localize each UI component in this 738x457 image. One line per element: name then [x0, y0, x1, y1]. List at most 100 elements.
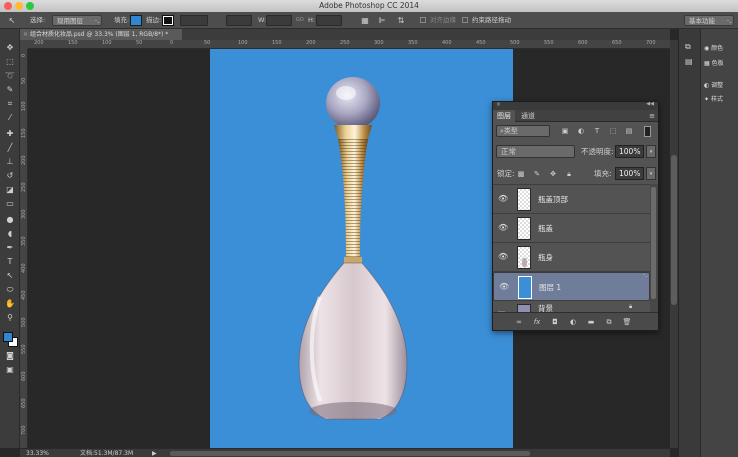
- new-adjustment-layer-icon[interactable]: ◐: [567, 317, 579, 327]
- visibility-eye-icon[interactable]: 👁︎: [498, 253, 508, 261]
- constrain-path-checkbox[interactable]: [462, 17, 468, 23]
- eyedropper-tool-icon[interactable]: ⁄: [3, 113, 17, 123]
- workspace-dropdown[interactable]: 基本功能: [684, 15, 734, 27]
- fill-color-swatch[interactable]: [130, 15, 142, 26]
- pen-tool-icon[interactable]: ✒: [3, 243, 17, 253]
- filter-shape-icon[interactable]: ⬚: [607, 126, 619, 136]
- add-layer-mask-icon[interactable]: ◘: [549, 317, 561, 327]
- height-field[interactable]: [316, 15, 342, 26]
- stroke-color-swatch[interactable]: [162, 15, 174, 26]
- path-operations-icon[interactable]: ▦: [360, 15, 370, 26]
- lasso-tool-icon[interactable]: ➰: [3, 71, 17, 81]
- new-group-folder-icon[interactable]: ▬: [585, 317, 597, 327]
- dock-item-swatches[interactable]: ▦ 色板: [704, 58, 724, 69]
- lock-image-pixels-icon[interactable]: ✎: [531, 169, 543, 179]
- link-dimensions-button[interactable]: GO: [296, 15, 304, 26]
- add-layer-style-button[interactable]: fx: [531, 317, 543, 327]
- blur-tool-icon[interactable]: ●: [3, 215, 17, 225]
- quick-mask-icon[interactable]: ◙: [3, 351, 17, 361]
- layer-list-scrollbar[interactable]: [650, 184, 658, 312]
- layer-list-scroll-thumb[interactable]: [651, 187, 656, 299]
- filter-type-icon[interactable]: T: [591, 126, 603, 136]
- panel-header[interactable]: × ◀◀: [493, 101, 658, 110]
- horizontal-ruler[interactable]: 200 150 100 50 0 50 100 150 200 250 300 …: [28, 40, 670, 49]
- canvas-horizontal-scrollbar[interactable]: [170, 451, 530, 456]
- zoom-level[interactable]: 33.33%: [26, 449, 49, 457]
- ruler-label: 50: [204, 40, 211, 46]
- filter-smart-object-icon[interactable]: ▤: [623, 126, 635, 136]
- ruler-label: 200: [34, 40, 44, 46]
- screen-mode-icon[interactable]: ▣: [3, 365, 17, 375]
- opacity-dropdown-arrow[interactable]: ▾: [646, 145, 656, 158]
- clone-stamp-tool-icon[interactable]: ⊥: [3, 157, 17, 167]
- tab-channels[interactable]: 通道: [517, 110, 539, 122]
- path-select-tool-icon[interactable]: ↖: [6, 15, 18, 26]
- ruler-label: 700: [21, 425, 27, 435]
- stroke-type-dropdown[interactable]: [226, 15, 252, 26]
- layer-row-cap[interactable]: 👁︎ 瓶盖: [493, 214, 650, 243]
- fill-dropdown-arrow[interactable]: ▾: [646, 167, 656, 180]
- stroke-width-field[interactable]: [180, 15, 208, 26]
- lock-transparent-pixels-icon[interactable]: ▩: [515, 169, 527, 179]
- tab-layers[interactable]: 图层: [493, 110, 515, 122]
- link-layers-icon[interactable]: ∞: [513, 317, 525, 327]
- lock-all-icon[interactable]: 🔒︎: [563, 169, 575, 179]
- close-tab-icon[interactable]: ×: [23, 31, 30, 38]
- document-canvas[interactable]: [210, 49, 513, 448]
- history-panel-icon[interactable]: ⧉: [685, 42, 691, 52]
- move-tool-icon[interactable]: ✥: [3, 43, 17, 53]
- brush-tool-icon[interactable]: ╱: [3, 143, 17, 153]
- path-alignment-icon[interactable]: ⊫: [377, 15, 387, 26]
- delete-layer-trash-icon[interactable]: 🗑︎: [621, 317, 633, 327]
- layer-row-body[interactable]: 👁︎ 瓶身: [493, 243, 650, 272]
- document-tab[interactable]: × 组合材质化妆品.psd @ 33.3% (图层 1, RGB/8*) *: [20, 29, 182, 40]
- layer-row-cap-top[interactable]: 👁︎ 瓶盖顶部: [493, 185, 650, 214]
- filter-adjustment-icon[interactable]: ◐: [575, 126, 587, 136]
- panel-menu-icon[interactable]: ≡: [649, 112, 655, 120]
- fill-field[interactable]: 100%: [615, 167, 644, 180]
- layer-select-dropdown[interactable]: 现用图层: [52, 15, 102, 27]
- dock-item-styles[interactable]: ✦ 样式: [704, 94, 723, 105]
- layer-row-background[interactable]: 背景 🔒︎: [493, 301, 650, 312]
- history-brush-tool-icon[interactable]: ↺: [3, 171, 17, 181]
- layer-row-layer-1[interactable]: 👁︎ 图层 1: [493, 272, 650, 301]
- layer-filter-kind-dropdown[interactable]: ⌕类型: [496, 125, 550, 137]
- collapse-panel-icon[interactable]: ◀◀: [646, 101, 654, 107]
- status-menu-arrow-icon[interactable]: ▶: [152, 449, 157, 457]
- healing-brush-tool-icon[interactable]: ✚: [3, 129, 17, 139]
- zoom-window-button[interactable]: [26, 2, 34, 10]
- ellipse-tool-icon[interactable]: ⬭: [3, 285, 17, 295]
- opacity-field[interactable]: 100%: [615, 145, 644, 158]
- path-selection-tool-icon[interactable]: ↖: [3, 271, 17, 281]
- crop-tool-icon[interactable]: ⌗: [3, 99, 17, 109]
- zoom-tool-icon[interactable]: ⚲: [3, 313, 17, 323]
- layer-list: 👁︎ 瓶盖顶部 👁︎ 瓶盖 👁︎ 瓶身 👁︎ 图层 1 背景 🔒︎: [493, 184, 650, 312]
- filter-toggle-switch[interactable]: [644, 126, 651, 137]
- align-edges-checkbox[interactable]: [420, 17, 426, 23]
- blend-mode-dropdown[interactable]: 正常: [496, 145, 575, 158]
- hand-tool-icon[interactable]: ✋: [3, 299, 17, 309]
- lock-position-icon[interactable]: ✥: [547, 169, 559, 179]
- filter-pixel-icon[interactable]: ▣: [559, 126, 571, 136]
- canvas-scroll-thumb[interactable]: [671, 155, 677, 305]
- vertical-ruler[interactable]: 0 50 100 150 200 250 300 350 400 450 500…: [20, 49, 28, 448]
- path-arrangement-icon[interactable]: ⇅: [396, 15, 406, 26]
- visibility-eye-icon[interactable]: 👁︎: [498, 224, 508, 232]
- dock-item-color[interactable]: ◉ 颜色: [704, 43, 723, 54]
- visibility-eye-icon[interactable]: 👁︎: [499, 283, 509, 291]
- eraser-tool-icon[interactable]: ◪: [3, 185, 17, 195]
- dodge-tool-icon[interactable]: ◖: [3, 229, 17, 239]
- foreground-color-swatch[interactable]: [3, 332, 13, 342]
- dock-item-adjustments[interactable]: ◐ 调整: [704, 80, 723, 91]
- minimize-window-button[interactable]: [15, 2, 23, 10]
- width-field[interactable]: [266, 15, 292, 26]
- quick-select-tool-icon[interactable]: ✎: [3, 85, 17, 95]
- properties-panel-icon[interactable]: ▤: [685, 57, 693, 66]
- type-tool-icon[interactable]: T: [3, 257, 17, 267]
- marquee-tool-icon[interactable]: ⬚: [3, 57, 17, 67]
- visibility-eye-icon[interactable]: 👁︎: [498, 195, 508, 203]
- close-window-button[interactable]: [4, 2, 12, 10]
- gradient-tool-icon[interactable]: ▭: [3, 199, 17, 209]
- new-layer-icon[interactable]: ⧉: [603, 317, 615, 327]
- close-panel-icon[interactable]: ×: [496, 101, 501, 108]
